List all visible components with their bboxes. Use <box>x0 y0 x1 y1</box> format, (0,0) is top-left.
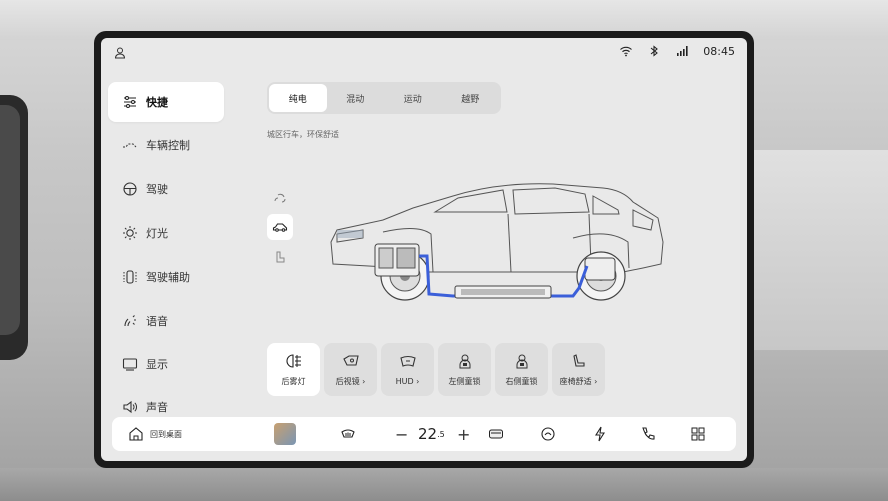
phone-icon <box>642 427 655 440</box>
hud-icon <box>399 355 416 367</box>
home-button[interactable]: 回到桌面 <box>128 417 182 451</box>
drive-mode-selector: 纯电 混动 运动 越野 <box>267 82 501 114</box>
sidebar-item-label: 驾驶辅助 <box>146 271 190 284</box>
home-icon <box>129 427 143 441</box>
sidebar-item-label: 声音 <box>146 401 168 414</box>
sidebar-item-driver-assist[interactable]: 驾驶辅助 <box>108 257 224 297</box>
album-art <box>274 423 296 445</box>
car-climate-button[interactable] <box>488 417 504 451</box>
wifi-icon <box>620 46 633 57</box>
mode-hybrid[interactable]: 混动 <box>327 84 385 112</box>
temperature-value: 22 <box>418 425 438 443</box>
mode-description: 城区行车，环保舒适 <box>267 130 339 139</box>
status-bar: 08:45 <box>101 38 747 66</box>
child-lock-left-icon <box>459 354 470 368</box>
dashboard-bottom <box>0 468 888 501</box>
seat-view-icon <box>276 251 285 263</box>
front-defrost-button[interactable] <box>340 417 356 451</box>
shortcut-label: 后视镜 › <box>335 376 366 386</box>
shortcut-tiles: 后雾灯 后视镜 › HUD › 左侧童锁 右侧童锁 座椅舒适 › <box>267 343 605 396</box>
shortcut-hud[interactable]: HUD › <box>381 343 434 396</box>
temperature-display: 22. 5 <box>418 425 445 443</box>
recirculation-icon <box>541 427 555 441</box>
temp-increase-button[interactable]: + <box>457 417 470 451</box>
view-car-button[interactable] <box>267 214 293 240</box>
home-label: 回到桌面 <box>150 429 182 439</box>
view-chassis-button[interactable] <box>267 184 293 210</box>
sidebar-item-label: 驾驶 <box>146 183 168 196</box>
shortcut-left-child-lock[interactable]: 左侧童锁 <box>438 343 491 396</box>
shortcut-label: HUD › <box>395 376 420 386</box>
shortcut-right-child-lock[interactable]: 右侧童锁 <box>495 343 548 396</box>
shortcut-rear-fog-light[interactable]: 后雾灯 <box>267 343 320 396</box>
phone-button[interactable] <box>640 417 656 451</box>
display-icon <box>122 358 138 371</box>
app-grid-icon <box>691 427 705 441</box>
sidebar-item-voice[interactable]: 语音 <box>108 301 224 341</box>
car-side-icon <box>272 223 288 232</box>
sidebar-item-shortcuts[interactable]: 快捷 <box>108 82 224 122</box>
cellular-signal-icon <box>677 46 688 56</box>
shortcut-mirror[interactable]: 后视镜 › <box>324 343 377 396</box>
sidebar-item-display[interactable]: 显示 <box>108 344 224 384</box>
view-seat-button[interactable] <box>267 244 293 270</box>
rear-fog-light-icon <box>285 353 301 368</box>
defrost-icon <box>341 429 355 438</box>
user-icon[interactable] <box>113 46 127 60</box>
temp-decrease-button[interactable]: − <box>395 417 408 451</box>
sidebar-item-label: 快捷 <box>146 96 168 109</box>
energy-button[interactable] <box>592 417 608 451</box>
light-icon <box>123 226 137 240</box>
car-view-switcher <box>267 184 294 274</box>
mode-ev[interactable]: 纯电 <box>269 84 327 112</box>
mode-offroad[interactable]: 越野 <box>442 84 500 112</box>
sliders-icon <box>124 96 136 108</box>
car-front-icon <box>489 429 503 439</box>
shortcut-seat-comfort[interactable]: 座椅舒适 › <box>552 343 605 396</box>
seat-icon <box>572 353 585 367</box>
sidebar-item-label: 灯光 <box>146 227 168 240</box>
bluetooth-icon <box>650 45 659 57</box>
status-time: 08:45 <box>703 44 735 58</box>
settings-sidebar: 快捷 车辆控制 驾驶 灯光 驾驶辅助 语音 显示 声音 <box>108 82 224 422</box>
steering-wheel-icon <box>123 182 137 196</box>
speaker-icon <box>123 400 137 414</box>
shortcut-label: 后雾灯 <box>281 376 306 386</box>
mirror-icon <box>342 354 359 366</box>
bottom-dock: 回到桌面 − 22. 5 + <box>112 417 736 451</box>
child-lock-right-icon <box>516 354 527 368</box>
shortcut-label: 座椅舒适 › <box>559 376 598 386</box>
sidebar-item-label: 显示 <box>146 358 168 371</box>
sidebar-item-label: 车辆控制 <box>146 139 190 152</box>
instrument-cluster-edge <box>0 95 28 360</box>
sidebar-item-label: 语音 <box>146 315 168 328</box>
recirculation-button[interactable] <box>540 417 556 451</box>
driver-assist-icon <box>123 270 137 284</box>
dashboard-right-panel <box>752 150 888 350</box>
apps-button[interactable] <box>690 417 706 451</box>
mode-sport[interactable]: 运动 <box>384 84 442 112</box>
car-illustration <box>330 183 664 301</box>
infotainment-screen: 08:45 快捷 车辆控制 驾驶 灯光 驾驶辅助 语音 显示 声音 纯电 混动 … <box>101 38 747 461</box>
chassis-view-icon <box>274 193 286 203</box>
shortcut-label: 右侧童锁 <box>505 376 538 386</box>
temperature-decimal: 5 <box>439 429 445 439</box>
sidebar-item-vehicle-control[interactable]: 车辆控制 <box>108 125 224 165</box>
media-thumbnail[interactable] <box>274 417 296 451</box>
vehicle-control-icon <box>123 143 137 148</box>
lightning-icon <box>595 426 605 442</box>
shortcut-label: 左侧童锁 <box>448 376 481 386</box>
sidebar-item-lights[interactable]: 灯光 <box>108 213 224 253</box>
voice-icon <box>124 315 136 327</box>
sidebar-item-driving[interactable]: 驾驶 <box>108 169 224 209</box>
